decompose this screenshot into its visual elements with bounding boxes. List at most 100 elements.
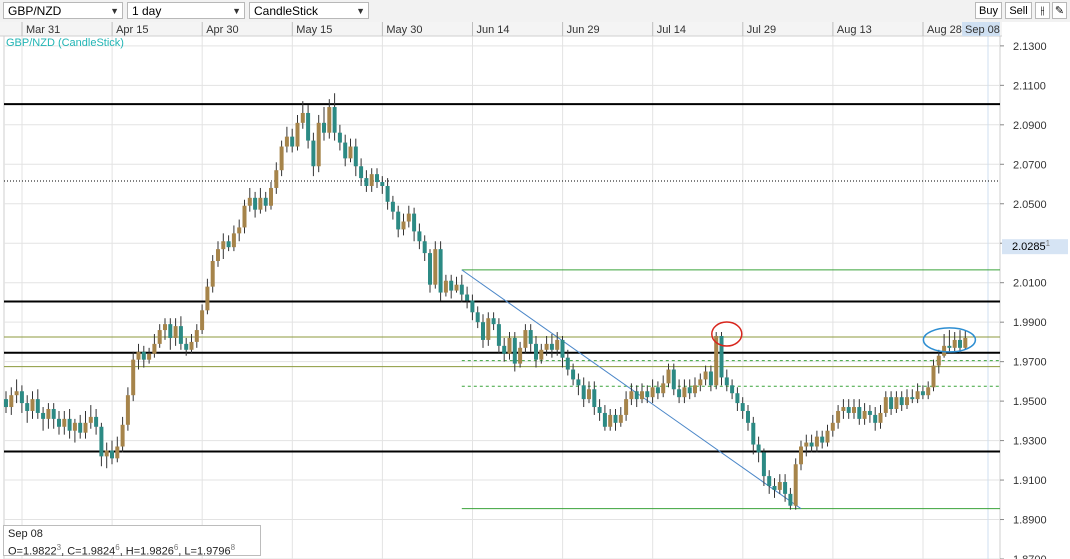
y-tick-label: 1.9500: [1013, 396, 1047, 408]
candle-body: [592, 389, 597, 408]
candle-body: [136, 351, 141, 360]
pencil-icon[interactable]: ✎: [1052, 2, 1067, 19]
sell-button[interactable]: Sell: [1005, 2, 1032, 19]
candle-body: [730, 385, 735, 394]
low-sup: 8: [230, 543, 236, 552]
x-tick-label: Jul 14: [657, 24, 686, 36]
candle-body: [693, 385, 697, 394]
candle-body: [576, 379, 581, 386]
candle-body: [433, 249, 438, 285]
candle-body: [343, 142, 348, 159]
buy-button[interactable]: Buy: [975, 2, 1002, 19]
candle-body: [210, 260, 215, 287]
candle-body: [481, 322, 485, 340]
x-tick-label: Aug 13: [837, 24, 872, 36]
candle-body: [883, 397, 888, 413]
candle-body: [555, 339, 560, 350]
candle-body: [936, 355, 941, 366]
high-sup: 6: [173, 543, 179, 552]
open-value: 1.9822: [22, 545, 57, 558]
candle-body: [793, 464, 798, 506]
x-tick-label: Aug 28: [927, 24, 962, 36]
y-tick-label: 2.1100: [1013, 80, 1046, 92]
symbol-value: GBP/NZD: [8, 4, 62, 18]
x-tick-label: Jun 29: [567, 24, 600, 36]
y-tick-label: 1.9100: [1013, 475, 1047, 487]
candle-body: [99, 426, 104, 457]
candle-body: [226, 241, 231, 248]
chart-style-select[interactable]: CandleStick ▼: [249, 2, 369, 19]
candle-body: [894, 397, 899, 410]
candle-body: [534, 343, 538, 360]
candle-body: [311, 140, 316, 167]
interval-value: 1 day: [132, 4, 162, 18]
candle-body: [873, 414, 878, 423]
candle: [438, 241, 443, 301]
candle-body: [72, 422, 77, 431]
interval-select[interactable]: 1 day ▼: [127, 2, 245, 19]
candle-body: [194, 330, 199, 342]
candle-body: [465, 294, 470, 301]
candle-body: [184, 343, 189, 350]
candle-body: [905, 397, 909, 406]
candle-body: [666, 369, 671, 384]
candle-body: [867, 410, 872, 415]
price-chart[interactable]: Mar 31 Apr 15 Apr 30 May 15 May 30 Jun 14 Jun …: [0, 22, 1070, 559]
candle-body: [677, 389, 682, 398]
candle-body: [613, 414, 618, 423]
candle-body: [295, 122, 300, 147]
candle-body: [788, 493, 793, 506]
candle-body: [147, 353, 152, 360]
candle-body: [189, 341, 194, 350]
candle-body: [168, 324, 173, 338]
candle-body: [587, 389, 591, 400]
candle-body: [337, 132, 342, 143]
candle-body: [952, 339, 957, 348]
candle-body: [814, 436, 819, 447]
open-sup: 3: [56, 543, 62, 552]
candle-body: [41, 412, 46, 419]
symbol-select[interactable]: GBP/NZD ▼: [3, 2, 123, 19]
candle-body: [708, 371, 713, 386]
candle-body: [571, 369, 576, 380]
candle-body: [110, 450, 114, 459]
candle-body: [364, 178, 369, 186]
candle-body: [449, 280, 454, 291]
candle-body: [560, 339, 565, 358]
candle-body: [253, 197, 258, 210]
candle-body: [279, 146, 284, 171]
candle-body: [857, 407, 862, 419]
candle-body: [247, 197, 252, 206]
candle-body: [417, 231, 422, 242]
candle-body: [910, 397, 915, 400]
candle-body: [767, 476, 772, 486]
candle-body: [327, 107, 332, 133]
candle-body: [491, 318, 496, 325]
candle-body: [380, 182, 385, 186]
candle-body: [687, 387, 692, 394]
candle-body: [862, 410, 867, 419]
candle-body: [359, 166, 364, 179]
candle-body: [549, 343, 554, 350]
candle-body: [539, 349, 544, 360]
candle-body: [412, 213, 417, 232]
candle-body: [120, 424, 125, 447]
svg-text:2.02851: 2.02851: [1012, 239, 1051, 253]
candle-body: [152, 343, 157, 354]
current-price-tag: 2.02851: [1002, 239, 1068, 255]
candle-body: [353, 146, 358, 167]
candle-body: [369, 174, 374, 186]
chevron-down-icon: ▼: [110, 6, 119, 16]
candle-body: [809, 442, 814, 447]
candle-body: [947, 345, 952, 348]
candle-tools-icon[interactable]: ⫲: [1035, 2, 1050, 19]
x-tick-label: Jul 29: [747, 24, 776, 36]
y-tick-label: 2.0900: [1013, 120, 1047, 132]
candle-body: [104, 450, 109, 457]
candle-body: [231, 233, 236, 248]
candle-body: [761, 452, 766, 477]
candle-body: [846, 407, 851, 413]
candle-body: [703, 371, 708, 380]
candle-body: [14, 391, 19, 396]
high-value: 1.9826: [140, 545, 174, 558]
